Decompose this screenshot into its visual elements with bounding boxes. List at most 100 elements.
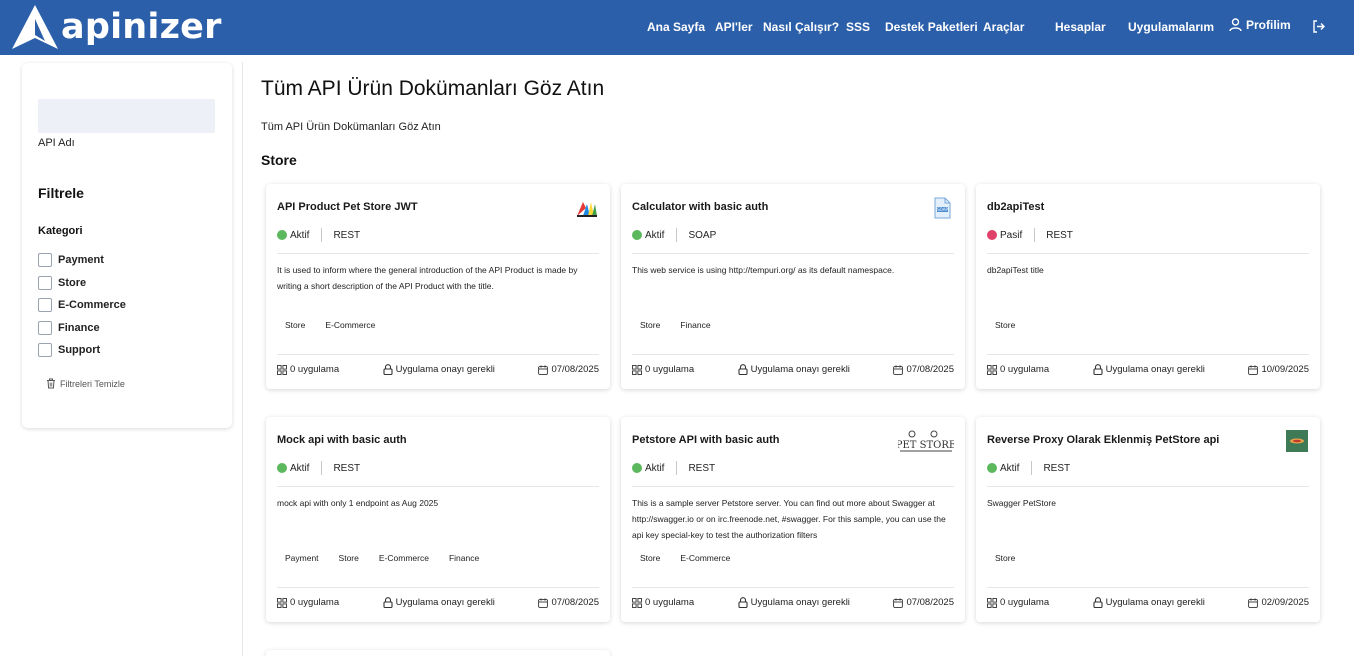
api-tags: Store [987, 551, 1027, 565]
status-dot-icon [987, 230, 997, 240]
category-label: Support [58, 344, 101, 356]
page-subtitle: Tüm API Ürün Dokümanları Göz Atın [261, 121, 441, 133]
user-icon [1229, 18, 1242, 32]
category-checkbox-payment[interactable]: Payment [38, 253, 104, 267]
api-status-row: Pasif REST [987, 228, 1073, 242]
api-card[interactable]: db2apiTest Pasif REST db2apiTest title St… [976, 184, 1320, 389]
category-tag: Store [285, 320, 306, 330]
api-date-label: 07/08/2025 [906, 597, 954, 608]
nav-profile-label: Profilim [1246, 18, 1291, 32]
lock-icon [1093, 364, 1103, 375]
api-status: Aktif [290, 229, 310, 241]
nav-faq[interactable]: SSS [846, 20, 870, 34]
status-dot-icon [277, 463, 287, 473]
grid-icon [632, 364, 642, 375]
api-description: This is a sample server Petstore server.… [632, 498, 946, 540]
category-tag: Finance [680, 320, 711, 330]
lock-icon [383, 364, 393, 375]
status-dot-icon [987, 463, 997, 473]
category-tag: Store [995, 320, 1016, 330]
api-card-title[interactable]: Petstore API with basic auth [632, 434, 780, 446]
api-card[interactable]: Mock api with basic auth Aktif REST mock… [266, 417, 610, 622]
nav-how-it-works[interactable]: Nasıl Çalışır? [763, 20, 839, 34]
divider [242, 62, 243, 656]
api-description: This web service is using http://tempuri… [632, 265, 895, 275]
api-card-partial[interactable] [266, 650, 610, 656]
api-card-title[interactable]: Calculator with basic auth [632, 201, 768, 213]
grid-icon [277, 597, 287, 608]
clear-filters-button[interactable]: Filtreleri Temizle [46, 378, 125, 389]
apinizer-a-icon [12, 5, 58, 49]
checkbox[interactable] [38, 298, 52, 312]
api-card[interactable]: Petstore API with basic auth PET STORE Ak… [621, 417, 965, 622]
approval-required: Uygulama onayı gerekli [738, 364, 850, 375]
api-status: Pasif [1000, 229, 1023, 241]
lock-icon [383, 597, 393, 608]
nav-tools[interactable]: Araçlar [983, 20, 1024, 34]
checkbox[interactable] [38, 343, 52, 357]
api-description: db2apiTest title [987, 265, 1044, 275]
category-tag: Payment [285, 553, 319, 563]
status-dot-icon [277, 230, 287, 240]
api-card[interactable]: Calculator with basic auth SOAP Aktif SOA… [621, 184, 965, 389]
divider [632, 253, 954, 254]
api-card[interactable]: Reverse Proxy Olarak Eklenmiş PetStore a… [976, 417, 1320, 622]
approval-label: Uygulama onayı gerekli [395, 364, 495, 375]
nav-home[interactable]: Ana Sayfa [647, 20, 705, 34]
api-card-title[interactable]: Mock api with basic auth [277, 434, 407, 446]
calendar-icon [1248, 364, 1259, 375]
api-status: Aktif [645, 462, 665, 474]
nav-accounts[interactable]: Hesaplar [1055, 20, 1106, 34]
logout-button[interactable] [1312, 20, 1325, 33]
soap-document-icon: SOAP [930, 196, 954, 220]
approval-required: Uygulama onayı gerekli [383, 597, 495, 608]
approval-label: Uygulama onayı gerekli [750, 597, 850, 608]
category-label: Store [58, 277, 87, 289]
nav-my-apps[interactable]: Uygulamalarım [1128, 20, 1214, 34]
filter-title: Filtrele [38, 185, 84, 201]
category-checkbox-ecommerce[interactable]: E-Commerce [38, 298, 126, 312]
app-count-label: 0 uygulama [645, 597, 695, 608]
category-checkbox-finance[interactable]: Finance [38, 321, 100, 335]
category-checkbox-store[interactable]: Store [38, 276, 86, 290]
divider [277, 587, 599, 588]
lock-icon [1093, 597, 1103, 608]
api-card-title[interactable]: API Product Pet Store JWT [277, 201, 418, 213]
checkbox[interactable] [38, 253, 52, 267]
api-type: REST [1046, 229, 1073, 241]
api-status-row: Aktif SOAP [632, 228, 716, 242]
api-description: mock api with only 1 endpoint as Aug 202… [277, 498, 439, 508]
checkbox[interactable] [38, 276, 52, 290]
calendar-icon [893, 364, 904, 375]
app-count-label: 0 uygulama [290, 597, 340, 608]
clear-filters-label: Filtreleri Temizle [60, 378, 125, 389]
grid-icon [987, 364, 997, 375]
api-card-footer: 0 uygulama Uygulama onayı gerekli 07/08/… [632, 597, 954, 608]
api-type: SOAP [688, 229, 717, 241]
api-status: Aktif [645, 229, 665, 241]
category-checkbox-support[interactable]: Support [38, 343, 100, 357]
api-card[interactable]: API Product Pet Store JWT Aktif REST It … [266, 184, 610, 389]
green-square-logo [1285, 429, 1309, 453]
api-type: REST [688, 462, 716, 474]
api-tags: Payment Store E-Commerce Finance [277, 551, 491, 565]
api-status-row: Aktif REST [277, 228, 360, 242]
checkbox[interactable] [38, 321, 52, 335]
api-date: 07/08/2025 [893, 597, 954, 608]
approval-label: Uygulama onayı gerekli [395, 597, 495, 608]
nav-profile[interactable]: Profilim [1229, 18, 1291, 32]
category-tag: E-Commerce [378, 553, 429, 563]
svg-text:PET STORE: PET STORE [898, 440, 954, 451]
apinizer-logo[interactable]: apinizer [12, 4, 222, 50]
divider [321, 461, 323, 475]
divider [987, 486, 1309, 487]
calendar-icon [538, 364, 549, 375]
api-card-title[interactable]: Reverse Proxy Olarak Eklenmiş PetStore a… [987, 434, 1219, 446]
lock-icon [738, 597, 748, 608]
api-date-label: 07/08/2025 [551, 597, 599, 608]
api-name-search-input[interactable] [38, 99, 215, 133]
api-card-title[interactable]: db2apiTest [987, 201, 1044, 213]
app-count-label: 0 uygulama [1000, 364, 1050, 375]
nav-support-packages[interactable]: Destek Paketleri [885, 20, 978, 34]
nav-apis[interactable]: API'ler [715, 20, 753, 34]
